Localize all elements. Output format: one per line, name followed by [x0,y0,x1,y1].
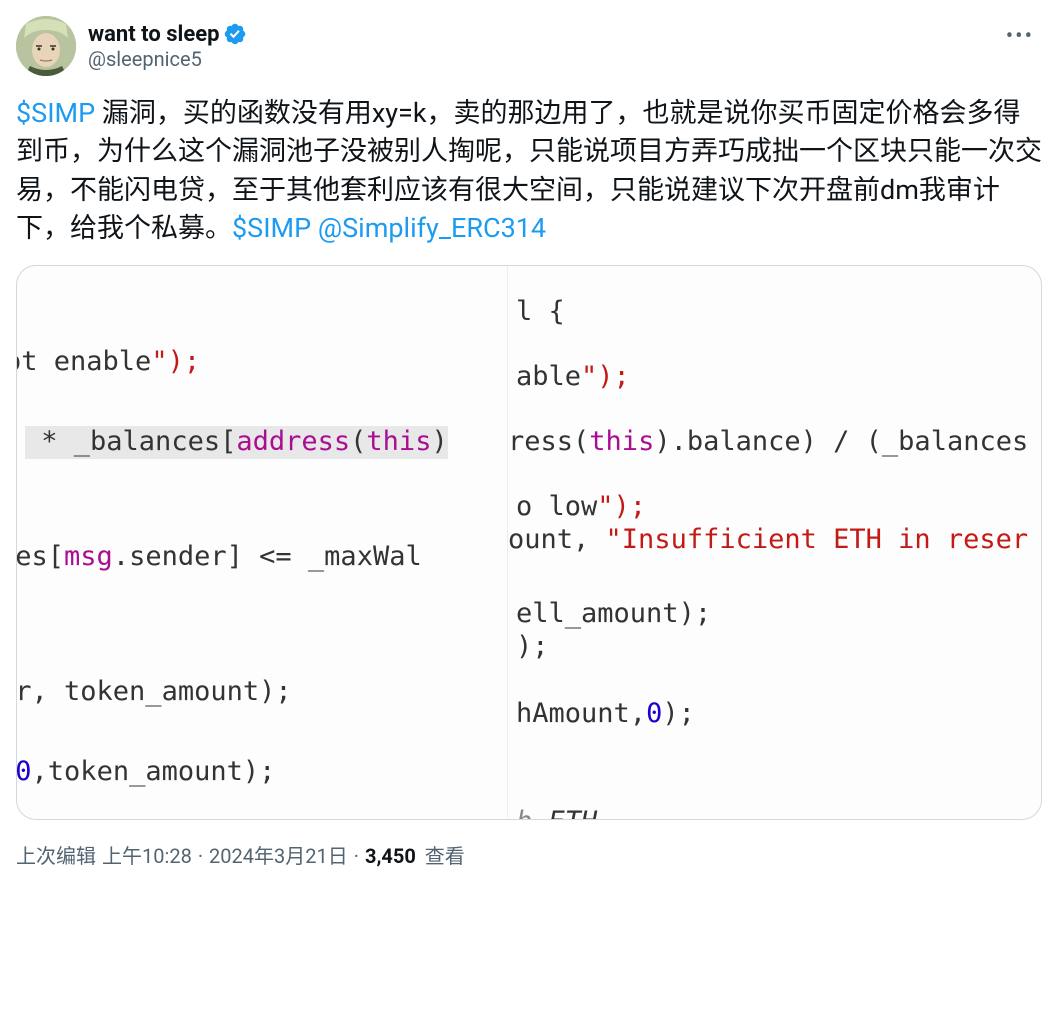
code-line: ount, "Insufficient ETH in reser [508,524,1028,556]
verified-badge-icon [223,22,247,46]
code-line: ); [516,631,549,663]
code-line: ,0,token_amount); [17,756,275,788]
cashtag[interactable]: $SIMP [232,212,311,244]
mention[interactable]: @Simplify_ERC314 [318,212,546,244]
cashtag[interactable]: $SIMP [16,97,95,129]
code-line: ces[msg.sender] <= _maxWal [17,541,422,573]
tweet-header-left: want to sleep @sleepnice5 [16,16,247,76]
tweet-meta: 上次编辑 上午10:28 · 2024年3月21日 · 3,450 查看 [16,840,1042,869]
edited-label: 上次编辑 [16,840,96,869]
code-line: hAmount,0); [516,698,695,730]
code-line: able"); [516,361,630,393]
tweet-header: want to sleep @sleepnice5 ••• [16,16,1042,76]
meta-sep: · [198,844,203,868]
views-count[interactable]: 3,450 [365,844,416,868]
views-label: 查看 [425,844,465,868]
code-line: h ETH [516,806,597,819]
avatar[interactable] [16,16,76,76]
code-line: ell_amount); [516,598,711,630]
code-line: o low"); [516,491,646,523]
code-right-pane: l { able"); ress(this).balance) / (_balanc… [507,266,1041,819]
tweet-text: $SIMP 漏洞，买的函数没有用xy=k，卖的那边用了，也就是说你买币固定价格会… [16,94,1042,247]
name-block: want to sleep @sleepnice5 [88,22,247,71]
tweet-container: want to sleep @sleepnice5 ••• $SIMP 漏洞，买… [16,16,1042,869]
code-line: * _balances[address(this) [25,426,448,458]
code-left-pane: ot enable"); * _balances[address(this)ce… [17,266,507,819]
user-handle[interactable]: @sleepnice5 [88,47,247,71]
attached-code-image[interactable]: ot enable"); * _balances[address(this)ce… [16,265,1042,820]
avatar-image [16,16,76,76]
tweet-date[interactable]: 2024年3月21日 [209,840,348,869]
more-button[interactable]: ••• [998,16,1042,57]
meta-sep: · [354,844,359,868]
tweet-time[interactable]: 上午10:28 [102,840,192,869]
code-line: l { [516,296,565,328]
code-line: ress(this).balance) / (_balances [508,426,1028,458]
code-line: ot enable"); [17,346,200,378]
more-icon: ••• [1006,24,1034,49]
name-row: want to sleep [88,22,247,47]
code-line: er, token_amount); [17,676,292,708]
display-name[interactable]: want to sleep [88,22,219,47]
